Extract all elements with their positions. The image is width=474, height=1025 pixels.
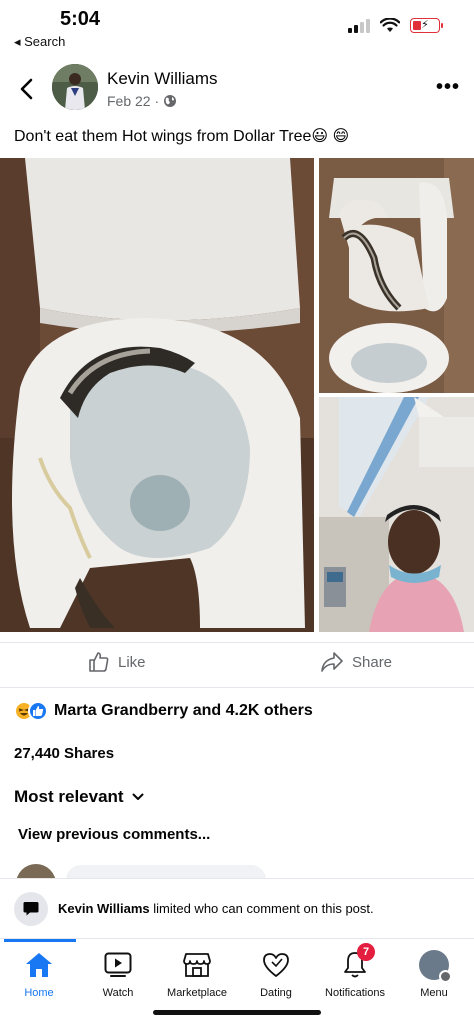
post-date[interactable]: Feb 22 · bbox=[107, 93, 159, 109]
tab-watch[interactable]: Watch bbox=[73, 939, 163, 1003]
tab-notifications[interactable]: 7 Notifications bbox=[310, 939, 400, 1003]
limit-notice-text: Kevin Williams limited who can comment o… bbox=[58, 901, 374, 916]
menu-gear-icon bbox=[439, 970, 452, 983]
profile-avatar-icon bbox=[418, 949, 452, 983]
comment-preview bbox=[0, 860, 474, 878]
tab-menu[interactable]: Menu bbox=[389, 939, 474, 1003]
post-text: Don't eat them Hot wings from Dollar Tre… bbox=[14, 128, 350, 145]
home-icon bbox=[23, 949, 55, 981]
author-avatar[interactable] bbox=[52, 64, 98, 110]
comment-bubble bbox=[66, 865, 266, 878]
tab-marketplace-label: Marketplace bbox=[167, 987, 227, 999]
post-photo-toilet-closeup[interactable] bbox=[0, 158, 314, 632]
tab-dating-label: Dating bbox=[260, 987, 292, 999]
sort-label: Most relevant bbox=[14, 787, 124, 806]
globe-icon bbox=[164, 95, 177, 107]
view-previous-comments-link[interactable]: View previous comments... bbox=[18, 826, 210, 843]
watch-icon bbox=[102, 949, 134, 981]
comment-sort-dropdown[interactable]: Most relevant bbox=[14, 787, 144, 807]
reactions-text: Marta Grandberry and 4.2K others bbox=[54, 702, 313, 719]
cellular-signal-icon bbox=[348, 18, 370, 33]
post-photo-toilet-side[interactable] bbox=[319, 158, 474, 393]
marketplace-icon bbox=[181, 949, 213, 981]
share-label: Share bbox=[352, 653, 393, 671]
post-header: Kevin Williams Feb 22 · ••• bbox=[0, 60, 474, 120]
tab-marketplace[interactable]: Marketplace bbox=[152, 939, 242, 1003]
bell-icon: 7 bbox=[339, 943, 375, 981]
reactions-summary[interactable]: Marta Grandberry and 4.2K others bbox=[14, 700, 313, 722]
commenter-avatar[interactable] bbox=[16, 864, 56, 878]
share-arrow-icon bbox=[321, 652, 343, 672]
battery-icon: ⚡ bbox=[410, 18, 443, 33]
home-indicator bbox=[153, 1010, 321, 1015]
chevron-down-icon bbox=[132, 793, 144, 800]
thumbs-up-icon bbox=[89, 652, 109, 672]
more-options-icon[interactable]: ••• bbox=[436, 76, 460, 99]
status-icons: ⚡ bbox=[348, 18, 443, 33]
author-name[interactable]: Kevin Williams bbox=[107, 69, 218, 89]
wifi-icon bbox=[380, 18, 400, 32]
like-button[interactable]: Like bbox=[88, 651, 146, 673]
tab-watch-label: Watch bbox=[102, 987, 134, 999]
dating-heart-icon bbox=[260, 949, 292, 981]
post-meta: Feb 22 · bbox=[107, 93, 177, 109]
like-label: Like bbox=[118, 653, 146, 671]
shares-count[interactable]: 27,440 Shares bbox=[14, 745, 114, 762]
back-to-search-link[interactable]: ◂ Search bbox=[14, 34, 65, 50]
notification-badge: 7 bbox=[357, 943, 375, 961]
comment-limit-notice: Kevin Williams limited who can comment o… bbox=[0, 878, 474, 938]
tab-dating[interactable]: Dating bbox=[231, 939, 321, 1003]
tab-home[interactable]: Home bbox=[0, 939, 84, 1003]
post-photo-selfie[interactable] bbox=[319, 397, 474, 632]
photo-grid bbox=[0, 156, 474, 632]
like-reaction-icon bbox=[28, 701, 48, 721]
back-arrow-icon[interactable] bbox=[14, 74, 40, 104]
comment-bubble-icon bbox=[14, 892, 48, 926]
limit-notice-message: limited who can comment on this post. bbox=[149, 901, 374, 916]
tab-notifications-label: Notifications bbox=[325, 987, 385, 999]
status-bar: 5:04 ◂ Search ⚡ bbox=[0, 0, 474, 52]
tab-menu-label: Menu bbox=[420, 987, 448, 999]
share-button[interactable]: Share bbox=[320, 651, 392, 673]
tab-home-label: Home bbox=[24, 987, 54, 999]
status-time: 5:04 bbox=[60, 8, 101, 30]
limit-notice-name[interactable]: Kevin Williams bbox=[58, 901, 150, 916]
post-action-row: Like Share bbox=[0, 642, 474, 688]
